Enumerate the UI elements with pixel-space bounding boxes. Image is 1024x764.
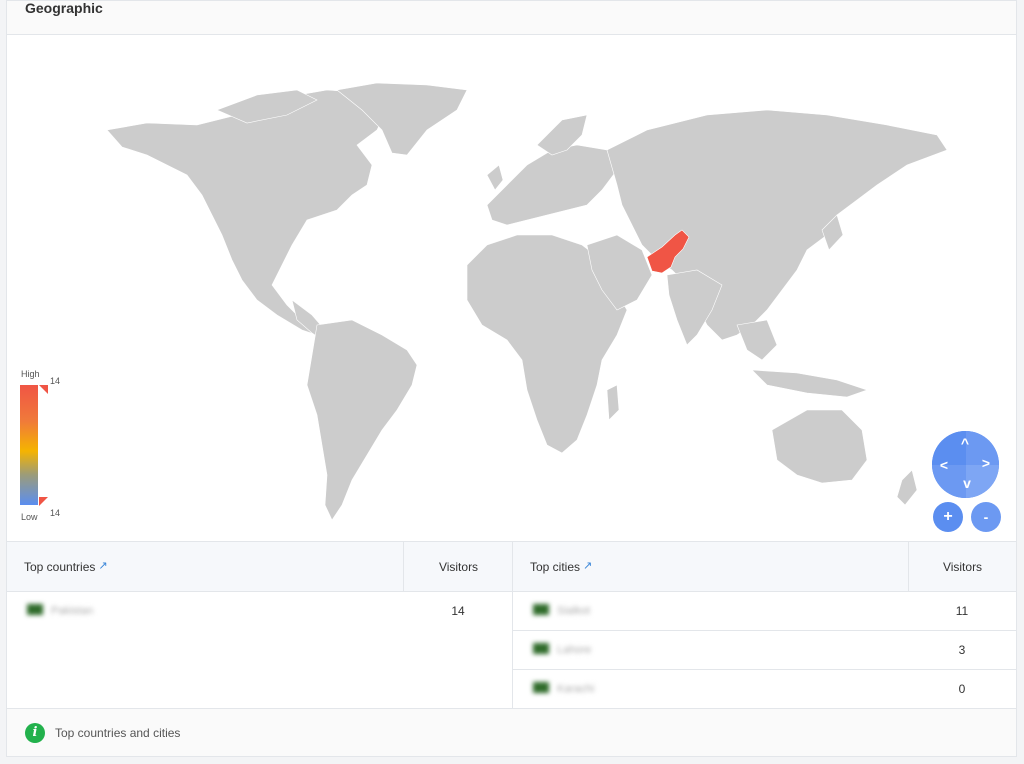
- info-icon: i: [25, 723, 45, 743]
- top-cities-table: Top cities ↗ Visitors Sialkot 11 Lahore 3…: [513, 542, 1016, 709]
- geographic-panel: Geographic High 14 14 Low ^ < > v + - To…: [6, 0, 1017, 757]
- table-row[interactable]: Lahore 3: [513, 631, 1016, 670]
- indonesia: [751, 369, 868, 398]
- table-row[interactable]: Sialkot 11: [513, 592, 1016, 631]
- visitor-count: 14: [451, 604, 465, 618]
- table-row[interactable]: Pakistan 14: [7, 592, 512, 631]
- asia: [606, 109, 948, 341]
- north-america: [106, 89, 388, 336]
- color-legend: High 14 14 Low: [19, 367, 79, 527]
- geo-tables: Top countries ↗ Visitors Pakistan 14 Top …: [7, 541, 1016, 709]
- pan-left-button[interactable]: <: [936, 457, 952, 473]
- southeast-asia: [736, 319, 778, 361]
- madagascar: [606, 384, 620, 421]
- flag-icon: [27, 604, 43, 615]
- legend-max-value: 14: [50, 376, 61, 386]
- footer-text: Top countries and cities: [55, 726, 181, 740]
- pan-right-button[interactable]: >: [978, 455, 994, 471]
- top-countries-table: Top countries ↗ Visitors Pakistan 14: [7, 542, 513, 709]
- legend-min-marker: [39, 497, 48, 506]
- external-link-icon[interactable]: ↗: [583, 559, 592, 572]
- zoom-out-button[interactable]: -: [971, 502, 1001, 532]
- panel-header: Geographic: [7, 0, 1016, 35]
- top-cities-header[interactable]: Top cities ↗: [530, 559, 592, 574]
- zoom-in-button[interactable]: +: [933, 502, 963, 532]
- pan-down-button[interactable]: v: [959, 475, 975, 491]
- top-countries-header[interactable]: Top countries ↗: [24, 559, 108, 574]
- south-america: [306, 319, 418, 521]
- legend-low-label: Low: [21, 512, 38, 522]
- legend-min-value: 14: [50, 508, 61, 518]
- panel-footer: i Top countries and cities: [7, 708, 1016, 756]
- city-name: Sialkot: [533, 604, 590, 617]
- country-name: Pakistan: [27, 604, 93, 617]
- flag-icon: [533, 682, 549, 693]
- visitors-column-header: Visitors: [908, 542, 1016, 592]
- table-row[interactable]: Karachi 0: [513, 670, 1016, 709]
- external-link-icon[interactable]: ↗: [98, 559, 107, 572]
- australia: [771, 409, 868, 484]
- table-header: Top cities ↗ Visitors: [513, 542, 1016, 592]
- visitor-count: 3: [958, 643, 966, 657]
- legend-max-marker: [39, 385, 48, 394]
- legend-high-label: High: [21, 369, 40, 379]
- pan-up-button[interactable]: ^: [957, 435, 973, 451]
- flag-icon: [533, 643, 549, 654]
- map-pan-control[interactable]: ^ < > v: [932, 431, 999, 498]
- city-name: Lahore: [533, 643, 591, 656]
- visitors-column-header: Visitors: [403, 542, 513, 592]
- visitor-count: 11: [955, 604, 969, 618]
- legend-gradient-bar: [20, 385, 38, 505]
- flag-icon: [533, 604, 549, 615]
- land-masses: [106, 82, 948, 521]
- visitor-count: 0: [958, 682, 966, 696]
- panel-title: Geographic: [25, 0, 103, 16]
- new-zealand: [896, 469, 918, 506]
- city-name: Karachi: [533, 682, 594, 695]
- table-header: Top countries ↗ Visitors: [7, 542, 512, 592]
- world-map[interactable]: High 14 14 Low ^ < > v + -: [7, 35, 1016, 541]
- world-map-svg[interactable]: [7, 35, 1016, 541]
- europe: [486, 144, 618, 226]
- uk: [486, 164, 504, 191]
